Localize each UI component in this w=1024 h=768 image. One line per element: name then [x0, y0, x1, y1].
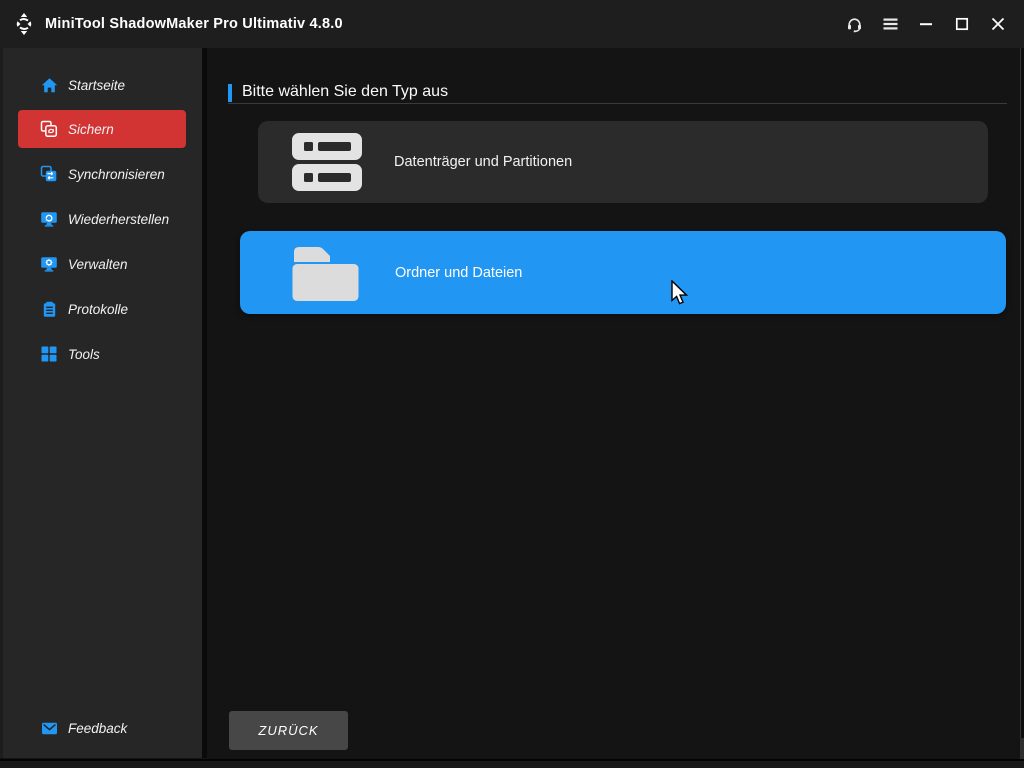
window-bottom-border	[0, 759, 1024, 768]
heading-accent-bar	[228, 84, 232, 102]
sidebar-item-label: Startseite	[68, 78, 125, 93]
sidebar-item-label: Tools	[68, 347, 100, 362]
option-label: Ordner und Dateien	[395, 265, 522, 281]
option-disks-partitions[interactable]: Datenträger und Partitionen	[258, 121, 988, 203]
titlebar: MiniTool ShadowMaker Pro Ultimativ 4.8.0	[0, 0, 1024, 48]
support-headset-icon[interactable]	[836, 0, 872, 48]
minimize-icon[interactable]	[908, 0, 944, 48]
restore-icon	[40, 210, 58, 228]
home-icon	[40, 76, 58, 94]
sidebar-item-protokolle[interactable]: Protokolle	[18, 290, 186, 328]
scrollbar-track[interactable]	[1020, 48, 1024, 768]
mouse-cursor	[671, 280, 693, 313]
sidebar-item-sichern[interactable]: Sichern	[18, 110, 186, 148]
sidebar-item-tools[interactable]: Tools	[18, 335, 186, 373]
sidebar-item-label: Feedback	[68, 721, 127, 736]
sync-icon	[40, 165, 58, 183]
minitool-logo	[12, 12, 36, 36]
logs-icon	[40, 300, 58, 318]
sidebar-item-startseite[interactable]: Startseite	[18, 66, 186, 104]
tools-icon	[40, 345, 58, 363]
mail-icon	[40, 719, 58, 737]
backup-icon	[40, 120, 58, 138]
menu-icon[interactable]	[872, 0, 908, 48]
sidebar-item-label: Wiederherstellen	[68, 212, 169, 227]
folder-icon	[292, 242, 360, 304]
sidebar-item-label: Sichern	[68, 122, 114, 137]
sidebar-item-synchronisieren[interactable]: Synchronisieren	[18, 155, 186, 193]
sidebar-item-label: Verwalten	[68, 257, 128, 272]
maximize-icon[interactable]	[944, 0, 980, 48]
window-title: MiniTool ShadowMaker Pro Ultimativ 4.8.0	[45, 16, 343, 32]
sidebar-item-label: Protokolle	[68, 302, 128, 317]
option-folders-files[interactable]: Ordner und Dateien	[240, 231, 1006, 314]
manage-icon	[40, 255, 58, 273]
sidebar-item-label: Synchronisieren	[68, 167, 165, 182]
option-label: Datenträger und Partitionen	[394, 154, 572, 170]
disk-icon	[292, 133, 362, 191]
back-button[interactable]: ZURÜCK	[229, 711, 348, 750]
sidebar-item-verwalten[interactable]: Verwalten	[18, 245, 186, 283]
sidebar-item-feedback[interactable]: Feedback	[18, 709, 186, 747]
page-title: Bitte wählen Sie den Typ aus	[242, 83, 448, 101]
titlebar-buttons	[836, 0, 1024, 48]
heading-divider	[228, 103, 1007, 104]
close-icon[interactable]	[980, 0, 1016, 48]
sidebar-item-wiederherstellen[interactable]: Wiederherstellen	[18, 200, 186, 238]
